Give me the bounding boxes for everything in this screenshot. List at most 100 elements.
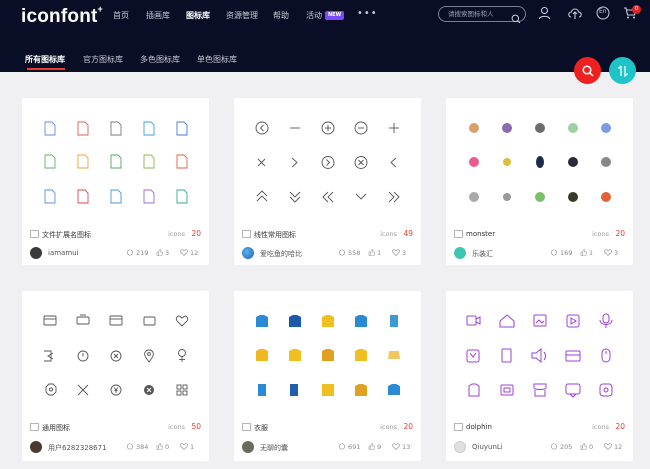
thumbs-up-icon [156,443,163,450]
card-meta: 文件扩展名图标 icons 20 [30,229,201,241]
folder-icon [242,423,251,433]
folder-icon [242,230,251,240]
likes-stat[interactable]: 0 [580,443,593,451]
username[interactable]: QiuyunLi [472,443,503,451]
dolphin-icons [466,313,613,398]
search-box [438,6,526,24]
views-count: 169 [560,249,573,257]
card-user-row: iamamui 219 3 12 [30,247,201,261]
library-card[interactable]: 通用图标 icons 50 用户6282328671 384 0 1 [22,291,209,461]
library-card[interactable]: dolphin icons 20 QiuyunLi 205 0 12 [446,291,633,461]
nav-item-help[interactable]: 帮助 [273,10,289,21]
library-name[interactable]: 文件扩展名图标 [42,230,91,240]
views-icon [126,443,134,450]
cart-count-badge: 0 [632,5,641,14]
card-user-row: 无聊的囊 691 9 13 [242,441,413,455]
avatar[interactable] [30,441,42,453]
avatar[interactable] [242,247,254,259]
logo-plus-icon: + [97,3,103,14]
library-name[interactable]: dolphin [466,423,492,431]
likes-stat[interactable]: 9 [368,443,381,451]
likes-stat[interactable]: 1 [368,249,381,257]
library-card[interactable]: monster icons 20 乐装汇 169 1 3 [446,98,633,265]
card-user-row: 爱吃鱼的哈比 558 1 3 [242,247,413,261]
heart-icon [180,249,188,256]
card-meta: dolphin icons 20 [454,422,625,434]
more-icon[interactable]: ••• [357,8,378,19]
favorites-stat[interactable]: 3 [392,249,406,257]
library-name[interactable]: 线性常用图标 [254,230,296,240]
avatar[interactable] [30,247,42,259]
upload-icon[interactable] [567,5,583,24]
logo-text: iconfont [21,6,98,27]
library-name[interactable]: monster [466,230,495,238]
avatar[interactable] [454,441,466,453]
favorites-stat[interactable]: 1 [180,443,194,451]
likes-count: 1 [589,249,594,257]
thumbs-up-icon [580,249,587,256]
favorites-count: 3 [402,249,407,257]
language-toggle[interactable]: En [596,5,610,24]
library-card[interactable]: 衣服 icons 20 无聊的囊 691 9 13 [234,291,421,461]
icons-label: icons [168,230,185,238]
library-card[interactable]: 线性常用图标 icons 49 爱吃鱼的哈比 558 1 3 [234,98,421,265]
library-card[interactable]: 文件扩展名图标 icons 20 iamamui 219 3 12 [22,98,209,265]
sort-icon [617,65,628,77]
folder-icon [30,230,39,240]
favorites-stat[interactable]: 12 [180,249,198,257]
username[interactable]: iamamui [48,249,79,257]
likes-stat[interactable]: 1 [580,249,593,257]
general-icons [43,314,189,396]
tab-official-libraries[interactable]: 官方图标库 [83,54,123,65]
tab-monochrome-libraries[interactable]: 单色图标库 [197,54,237,65]
search-input[interactable] [448,9,508,19]
nav-item-illustrations[interactable]: 插画库 [146,10,170,21]
library-name[interactable]: 衣服 [254,423,268,433]
views-icon [338,249,346,256]
heart-icon [604,443,612,450]
favorites-stat[interactable]: 13 [392,443,410,451]
floating-search-button[interactable] [574,57,601,84]
nav-item-home[interactable]: 首页 [113,10,129,21]
card-meta: 线性常用图标 icons 49 [242,229,413,241]
username[interactable]: 用户6282328671 [48,443,107,453]
card-meta: monster icons 20 [454,229,625,241]
icon-preview-grid [22,98,209,218]
tab-all-libraries[interactable]: 所有图标库 [25,54,65,65]
views-icon [550,249,558,256]
username[interactable]: 无聊的囊 [260,443,288,453]
nav-item-icon-library[interactable]: 图标库 [186,10,210,21]
username[interactable]: 爱吃鱼的哈比 [260,249,302,259]
thumbs-up-icon [580,443,587,450]
favorites-stat[interactable]: 12 [604,443,622,451]
user-icon[interactable] [538,5,551,24]
library-name[interactable]: 通用图标 [42,423,70,433]
views-stat: 219 [126,249,148,257]
views-count: 219 [136,249,149,257]
likes-stat[interactable]: 3 [156,249,169,257]
nav-item-resource-management[interactable]: 资源管理 [226,10,258,21]
nav-item-events[interactable]: 活动 [306,10,322,21]
clothing-icons [256,315,400,396]
iconfont-logo[interactable]: iconfont+ [21,3,103,28]
card-user-row: QiuyunLi 205 0 12 [454,441,625,455]
icon-count: 50 [191,422,201,431]
tab-multicolor-libraries[interactable]: 多色图标库 [140,54,180,65]
search-icon[interactable] [511,9,521,28]
top-navigation-bar: iconfont+ 首页 插画库 图标库 资源管理 帮助 活动 NEW ••• … [0,0,650,72]
avatar[interactable] [242,441,254,453]
floating-sort-button[interactable] [609,57,636,84]
icons-label: icons [380,423,397,431]
icons-label: icons [380,230,397,238]
card-meta: 通用图标 icons 50 [30,422,201,434]
views-stat: 691 [338,443,360,451]
views-stat: 558 [338,249,360,257]
likes-stat[interactable]: 0 [156,443,169,451]
icon-preview-grid [22,291,209,411]
username[interactable]: 乐装汇 [472,249,493,259]
favorites-stat[interactable]: 3 [604,249,618,257]
likes-count: 9 [377,443,382,451]
avatar[interactable] [454,247,466,259]
icon-count: 20 [191,229,201,238]
heart-icon [604,249,612,256]
